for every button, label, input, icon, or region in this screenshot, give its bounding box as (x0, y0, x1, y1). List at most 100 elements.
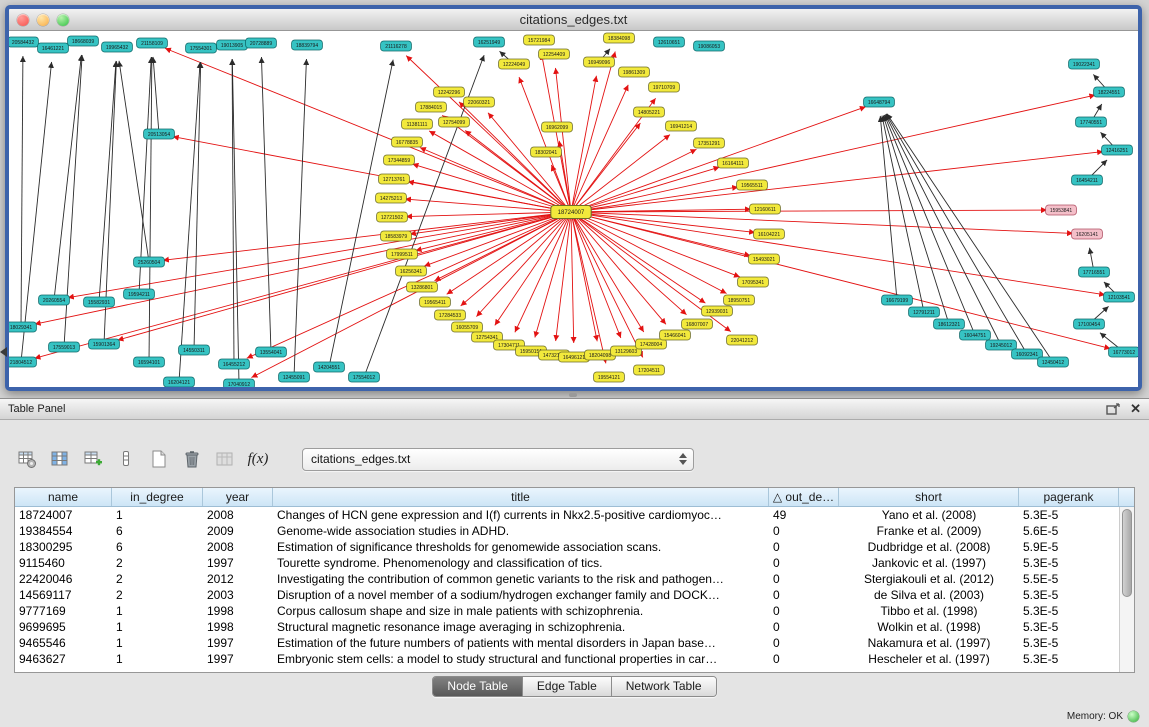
minimize-window-icon[interactable] (37, 14, 49, 26)
graph-node[interactable]: 15466041 (660, 330, 691, 340)
graph-node[interactable]: 12610651 (654, 37, 685, 47)
table-selector-dropdown[interactable]: citations_edges.txt (302, 448, 694, 471)
graph-node[interactable]: 16949096 (584, 57, 615, 67)
graph-node[interactable]: 17204511 (634, 365, 665, 375)
graph-node[interactable]: 14204551 (314, 362, 345, 372)
graph-node[interactable]: 16092341 (1012, 349, 1043, 359)
graph-node[interactable]: 14550311 (179, 345, 210, 355)
graph-node[interactable]: 16055709 (452, 322, 483, 332)
graph-node[interactable]: 18029341 (9, 322, 36, 332)
table-row[interactable]: 977716911998Corpus callosum shape and si… (15, 603, 1119, 619)
function-builder-icon[interactable]: f(x) (247, 448, 269, 470)
graph-node[interactable]: 12791211 (909, 307, 940, 317)
graph-node[interactable]: 18612321 (934, 319, 965, 329)
graph-node[interactable]: 17740551 (1076, 117, 1107, 127)
graph-node[interactable]: 16256341 (396, 266, 427, 276)
graph-node[interactable]: 17428004 (636, 339, 667, 349)
graph-node[interactable]: 16778835 (392, 137, 423, 147)
graph-node[interactable]: 19965432 (102, 42, 133, 52)
graph-node[interactable]: 12254409 (539, 49, 570, 59)
table-row[interactable]: 1872400712008Changes of HCN gene express… (15, 507, 1119, 523)
graph-node[interactable]: 22060321 (464, 97, 495, 107)
graph-node[interactable]: 18302041 (531, 147, 562, 157)
table-mode-icon[interactable] (16, 448, 38, 470)
graph-node[interactable]: 17716551 (1079, 267, 1110, 277)
table-row[interactable]: 911546021997Tourette syndrome. Phenomeno… (15, 555, 1119, 571)
graph-node[interactable]: 19022341 (1069, 59, 1100, 69)
graph-node[interactable]: 17100454 (1074, 319, 1105, 329)
graph-node[interactable]: 11381111 (402, 119, 433, 129)
graph-node[interactable]: 18950751 (724, 295, 755, 305)
show-columns-icon[interactable] (49, 448, 71, 470)
table-row[interactable]: 2242004622012Investigating the contribut… (15, 571, 1119, 587)
vertical-scrollbar[interactable] (1119, 507, 1134, 672)
graph-node[interactable]: 16454211 (1072, 175, 1103, 185)
graph-node[interactable]: 17559013 (49, 342, 80, 352)
close-window-icon[interactable] (17, 14, 29, 26)
graph-node[interactable]: 16204121 (164, 377, 195, 387)
graph-node[interactable]: 12713761 (379, 174, 410, 184)
graph-node[interactable]: 22041212 (727, 335, 758, 345)
graph-node[interactable]: 20584432 (9, 37, 38, 47)
table-row[interactable]: 946362711997Embryonic stem cells: a mode… (15, 651, 1119, 667)
table-row[interactable]: 946554611997Estimation of the future num… (15, 635, 1119, 651)
table-row[interactable]: 1830029562008Estimation of significance … (15, 539, 1119, 555)
column-header-name[interactable]: name (15, 488, 112, 506)
graph-node[interactable]: 16807007 (682, 319, 713, 329)
maximize-window-icon[interactable] (57, 14, 69, 26)
graph-node-hub[interactable]: 18724007 (551, 206, 591, 219)
graph-node[interactable]: 15721984 (524, 35, 555, 45)
scrollbar-thumb[interactable] (1122, 509, 1132, 597)
close-panel-icon[interactable]: ✕ (1130, 403, 1141, 415)
graph-node[interactable]: 20728889 (246, 38, 277, 48)
graph-node[interactable]: 16773012 (1109, 347, 1138, 357)
graph-node[interactable]: 12103541 (1104, 292, 1135, 302)
graph-node[interactable]: 17999511 (387, 249, 418, 259)
column-header-short[interactable]: short (839, 488, 1019, 506)
graph-node[interactable]: 16962099 (542, 122, 573, 132)
tab-network-table[interactable]: Network Table (611, 677, 716, 696)
graph-node[interactable]: 17351291 (694, 138, 725, 148)
graph-node[interactable]: 17040912 (224, 379, 255, 387)
table-row[interactable]: 1456911722003Disruption of a novel membe… (15, 587, 1119, 603)
graph-node[interactable]: 16251949 (474, 37, 505, 47)
graph-node[interactable]: 14805221 (634, 107, 665, 117)
splitter-collapse-icon[interactable] (0, 347, 7, 357)
table-row[interactable]: 969969511998Structural magnetic resonanc… (15, 619, 1119, 635)
graph-node[interactable]: 14275213 (376, 193, 407, 203)
table-row[interactable]: 1938455462009Genome-wide association stu… (15, 523, 1119, 539)
graph-node[interactable]: 12224049 (499, 59, 530, 69)
graph-node[interactable]: 12450412 (1038, 357, 1069, 367)
graph-node[interactable]: 19086053 (694, 41, 725, 51)
graph-node[interactable]: 16941214 (666, 121, 697, 131)
graph-node[interactable]: 19565511 (737, 180, 768, 190)
graph-node[interactable]: 19013905 (217, 40, 248, 50)
graph-node[interactable]: 16104221 (754, 229, 785, 239)
graph-node[interactable]: 16594101 (134, 357, 165, 367)
graph-node[interactable]: 16455212 (219, 359, 250, 369)
graph-node[interactable]: 16648794 (864, 97, 895, 107)
graph-node[interactable]: 21804512 (9, 357, 36, 367)
column-header-in_degree[interactable]: in_degree (112, 488, 203, 506)
graph-node[interactable]: 19565411 (420, 297, 451, 307)
new-column-icon[interactable] (82, 448, 104, 470)
graph-node[interactable]: 18668039 (68, 36, 99, 46)
graph-node[interactable]: 18224551 (1094, 87, 1125, 97)
graph-node[interactable]: 19554121 (594, 372, 625, 382)
graph-node[interactable]: 12939031 (702, 306, 733, 316)
graph-node[interactable]: 13554041 (256, 347, 287, 357)
graph-node[interactable]: 17554301 (186, 43, 217, 53)
graph-node[interactable]: 13286801 (407, 282, 438, 292)
graph-node[interactable]: 20260554 (39, 295, 70, 305)
new-file-icon[interactable] (148, 448, 170, 470)
graph-node[interactable]: 19594211 (124, 289, 155, 299)
window-titlebar[interactable]: citations_edges.txt (9, 9, 1138, 31)
graph-node[interactable]: 19861309 (619, 67, 650, 77)
graph-node[interactable]: 15493021 (749, 254, 780, 264)
graph-node[interactable]: 18384098 (604, 33, 635, 43)
graph-node[interactable]: 16679199 (882, 295, 913, 305)
column-header-title[interactable]: title (273, 488, 769, 506)
graph-node[interactable]: 17554012 (349, 372, 380, 382)
graph-node[interactable]: 18839794 (292, 40, 323, 50)
row-tools-icon[interactable] (115, 448, 137, 470)
